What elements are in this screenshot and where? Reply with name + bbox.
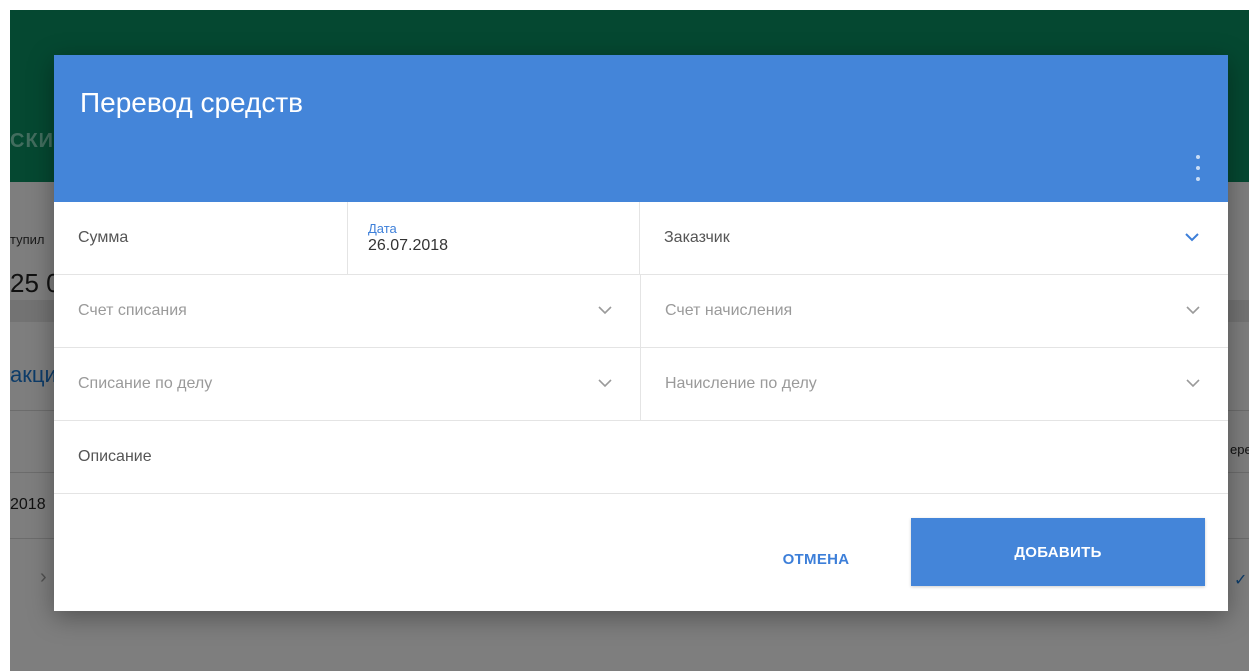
form-row-3: Списание по делу Начисление по делу	[54, 348, 1228, 421]
description-label: Описание	[78, 448, 152, 465]
transfer-dialog: Перевод средств Сумма Дата 26.07.2018 За…	[54, 55, 1228, 611]
dialog-actions: ОТМЕНА ДОБАВИТЬ	[54, 494, 1228, 610]
chevron-down-icon[interactable]	[598, 306, 612, 315]
dialog-header: Перевод средств	[54, 55, 1228, 202]
date-value: 26.07.2018	[368, 236, 449, 254]
form-row-1: Сумма Дата 26.07.2018 Заказчик	[54, 202, 1228, 275]
credit-case-select[interactable]: Начисление по делу	[641, 348, 1228, 420]
credit-account-placeholder: Счет начисления	[665, 302, 793, 319]
chevron-down-icon[interactable]	[1185, 233, 1199, 242]
sum-field[interactable]: Сумма	[54, 202, 348, 274]
form-row-2: Счет списания Счет начисления	[54, 275, 1228, 348]
sum-label: Сумма	[78, 229, 129, 246]
debit-account-select[interactable]: Счет списания	[54, 275, 641, 347]
dialog-title: Перевод средств	[80, 87, 304, 118]
chevron-down-icon[interactable]	[598, 379, 612, 388]
customer-label: Заказчик	[664, 229, 730, 246]
credit-case-placeholder: Начисление по делу	[665, 375, 817, 392]
credit-account-select[interactable]: Счет начисления	[641, 275, 1228, 347]
add-button[interactable]: ДОБАВИТЬ	[911, 518, 1205, 586]
customer-select[interactable]: Заказчик	[640, 202, 1227, 274]
chevron-down-icon[interactable]	[1186, 306, 1200, 315]
description-field[interactable]: Описание	[54, 421, 1228, 494]
debit-case-select[interactable]: Списание по делу	[54, 348, 641, 420]
debit-case-placeholder: Списание по делу	[78, 375, 213, 392]
date-field[interactable]: Дата 26.07.2018	[348, 202, 640, 274]
more-vertical-icon[interactable]	[1190, 155, 1206, 181]
chevron-down-icon[interactable]	[1186, 379, 1200, 388]
cancel-button[interactable]: ОТМЕНА	[746, 524, 886, 594]
debit-account-placeholder: Счет списания	[78, 302, 187, 319]
date-caption: Дата	[368, 220, 397, 236]
